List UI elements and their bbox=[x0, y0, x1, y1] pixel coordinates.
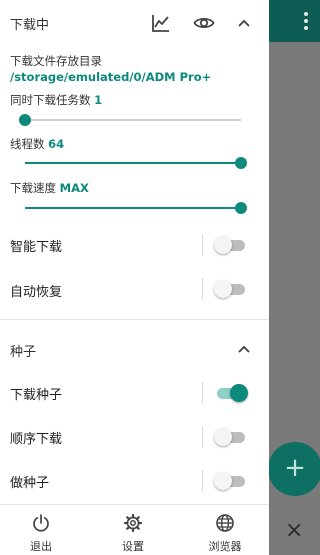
close-icon[interactable]: × bbox=[285, 520, 303, 542]
exit-label: 退出 bbox=[30, 540, 52, 553]
concurrent-tasks-label: 同时下载任务数 1 bbox=[10, 92, 102, 108]
seeding-switch[interactable] bbox=[214, 471, 246, 491]
download-torrent-switch[interactable] bbox=[214, 383, 248, 403]
sequential-download-label: 顺序下载 bbox=[10, 432, 63, 447]
slider-thumb[interactable] bbox=[19, 114, 31, 126]
divider bbox=[202, 382, 203, 404]
speed-slider[interactable] bbox=[25, 202, 247, 214]
section-divider bbox=[0, 319, 269, 320]
section-title-downloading: 下载中 bbox=[10, 18, 50, 33]
sequential-download-switch[interactable] bbox=[214, 427, 246, 447]
concurrent-tasks-value: 1 bbox=[94, 93, 103, 107]
threads-slider[interactable] bbox=[25, 157, 247, 169]
divider bbox=[202, 426, 203, 448]
threads-text: 线程数 bbox=[10, 137, 45, 151]
auto-resume-label: 自动恢复 bbox=[10, 285, 63, 300]
bottom-nav-divider bbox=[0, 504, 269, 505]
gear-icon bbox=[123, 513, 143, 533]
auto-resume-switch[interactable] bbox=[214, 279, 246, 299]
slider-thumb[interactable] bbox=[235, 202, 247, 214]
power-icon bbox=[33, 514, 49, 532]
smart-download-label: 智能下载 bbox=[10, 240, 63, 255]
threads-value: 64 bbox=[48, 137, 65, 151]
add-download-fab[interactable]: + bbox=[268, 442, 320, 496]
download-dir-path[interactable]: /storage/emulated/0/ADM Pro+ bbox=[10, 70, 211, 84]
concurrent-tasks-text: 同时下载任务数 bbox=[10, 93, 91, 107]
seeding-label: 做种子 bbox=[10, 476, 50, 491]
browser-button[interactable]: 浏览器 bbox=[195, 513, 255, 554]
overflow-menu-icon[interactable] bbox=[304, 12, 308, 33]
chevron-up-icon[interactable] bbox=[233, 12, 255, 34]
slider-thumb[interactable] bbox=[235, 157, 247, 169]
download-dir-label: 下载文件存放目录 bbox=[10, 54, 102, 68]
speed-value: MAX bbox=[59, 181, 89, 195]
settings-label: 设置 bbox=[122, 540, 144, 553]
exit-button[interactable]: 退出 bbox=[11, 513, 71, 554]
concurrent-tasks-slider[interactable] bbox=[19, 114, 241, 126]
globe-icon bbox=[216, 514, 234, 532]
chart-icon[interactable] bbox=[150, 12, 172, 34]
settings-drawer: 下载中 下载文件存放目录 /storage/emulated/0/ADM Pro… bbox=[0, 0, 269, 555]
eye-icon[interactable] bbox=[193, 12, 215, 34]
divider bbox=[202, 470, 203, 492]
divider bbox=[202, 234, 203, 256]
speed-text: 下载速度 bbox=[10, 181, 56, 195]
speed-label: 下载速度 MAX bbox=[10, 180, 89, 196]
smart-download-switch[interactable] bbox=[214, 235, 246, 255]
section-title-torrent: 种子 bbox=[10, 345, 37, 360]
chevron-up-icon[interactable] bbox=[233, 338, 255, 360]
threads-label: 线程数 64 bbox=[10, 136, 64, 152]
divider bbox=[202, 278, 203, 300]
settings-button[interactable]: 设置 bbox=[103, 513, 163, 554]
download-torrent-label: 下载种子 bbox=[10, 388, 63, 403]
browser-label: 浏览器 bbox=[208, 540, 242, 553]
